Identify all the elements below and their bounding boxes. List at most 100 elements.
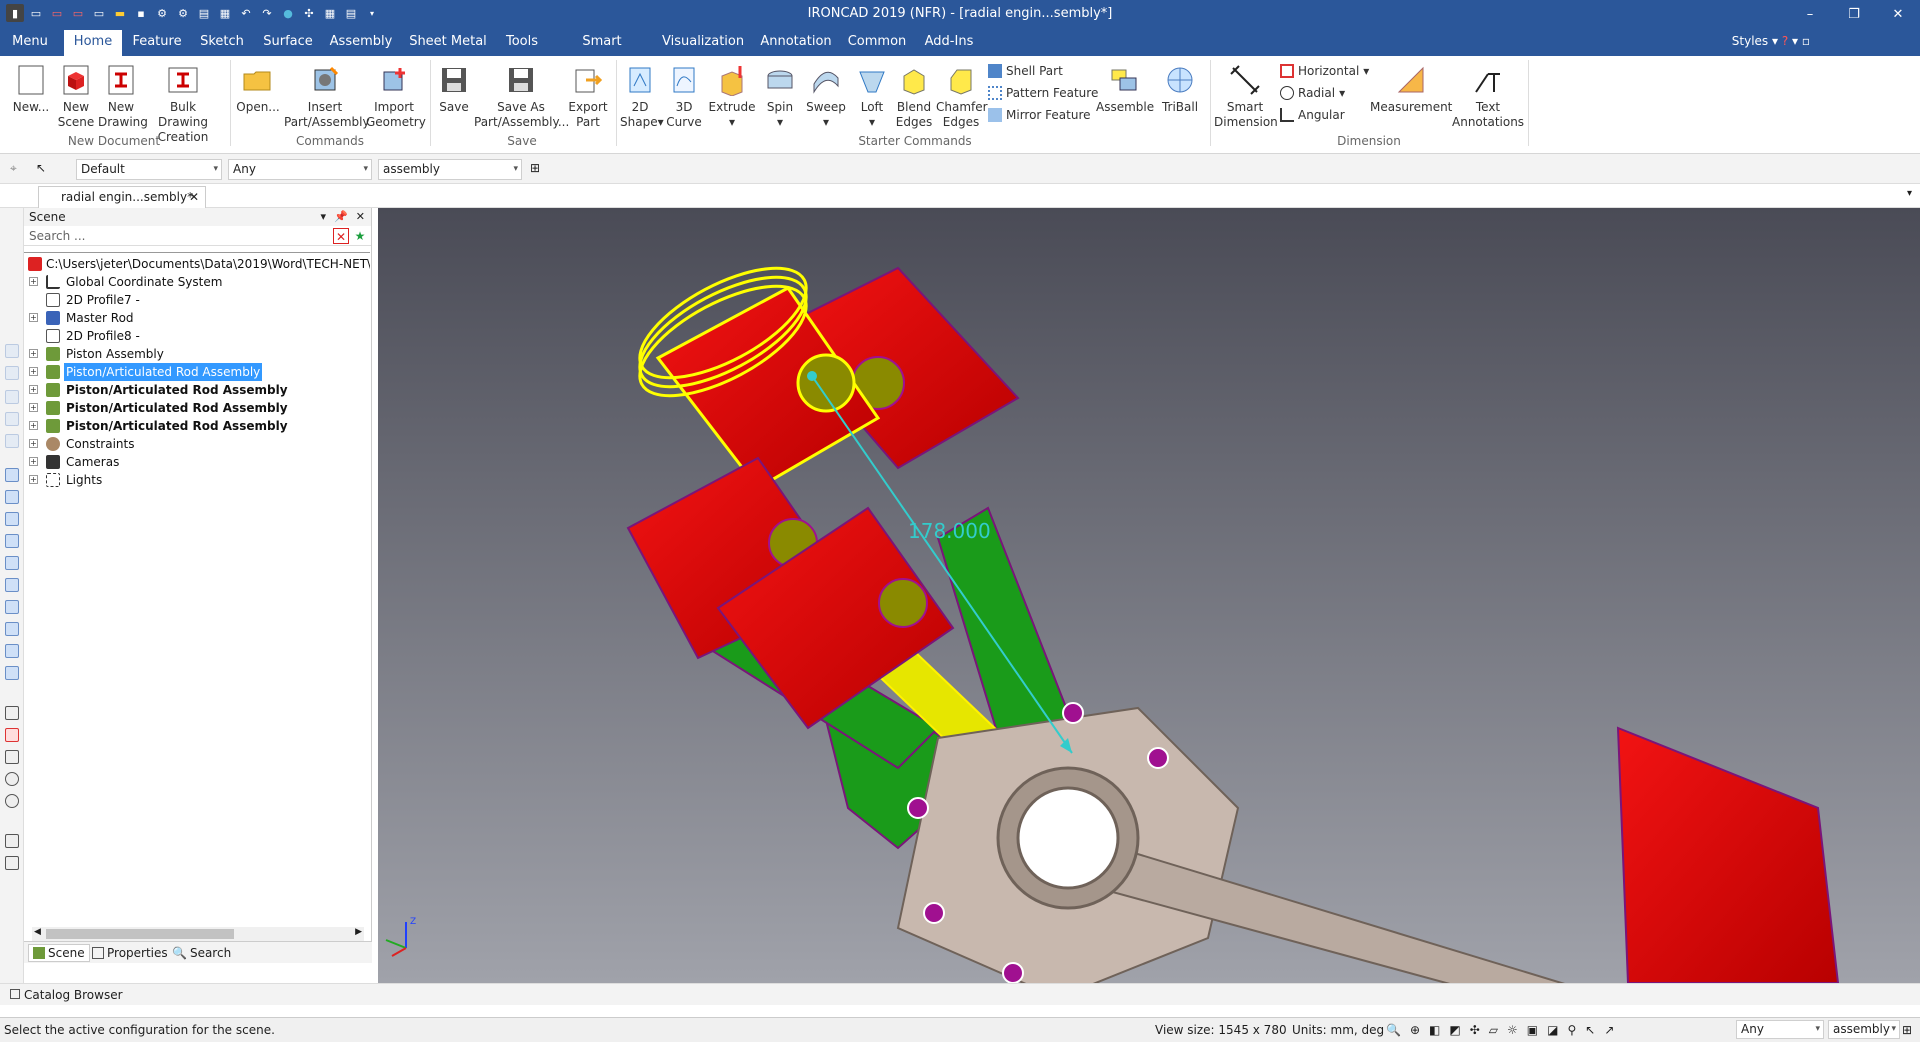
pointer-icon[interactable]: ↖ — [36, 161, 52, 177]
angular-dimension-button[interactable]: Angular — [1280, 106, 1345, 124]
dimension-value[interactable]: 178.000 — [908, 519, 991, 543]
select-icon[interactable]: ↗ — [1604, 1018, 1614, 1042]
catalog-browser-bar[interactable]: Catalog Browser — [0, 983, 1920, 1005]
tree-item[interactable]: + Master Rod — [24, 309, 370, 327]
hierarchy-icon[interactable]: ⊞ — [1902, 1018, 1912, 1042]
tab-feature[interactable]: Feature — [128, 28, 186, 56]
view-iso-icon[interactable] — [5, 622, 19, 636]
view-iso-icon[interactable] — [5, 644, 19, 658]
scene-search-bar[interactable]: Search ... ✕ ★ — [24, 226, 371, 246]
blend-edges-button[interactable]: Blend Edges — [892, 62, 936, 130]
selection-filter-icon[interactable]: ⌖ — [10, 161, 26, 177]
view-right-icon[interactable] — [5, 534, 19, 548]
tab-list-dropdown-icon[interactable]: ▾ — [1907, 188, 1912, 199]
expand-icon[interactable]: + — [29, 349, 38, 358]
view-iso-icon[interactable] — [5, 600, 19, 614]
expand-icon[interactable]: + — [29, 475, 38, 484]
insert-part-button[interactable]: Insert Part/Assembly — [284, 62, 370, 130]
view-front-icon[interactable] — [5, 468, 19, 482]
tree-item[interactable]: + Piston/Articulated Rod Assembly — [24, 399, 370, 417]
export-part-button[interactable]: Export Part — [566, 62, 610, 130]
tab-menu[interactable]: Menu — [4, 28, 56, 56]
render-mode-icon[interactable]: ◧ — [1429, 1018, 1440, 1042]
tree-item[interactable]: + Piston Assembly — [24, 345, 370, 363]
minimize-button[interactable]: – — [1788, 0, 1832, 28]
tree-item[interactable]: + Lights — [24, 471, 370, 489]
plane-icon[interactable]: ▱ — [1489, 1018, 1498, 1042]
tree-item[interactable]: + Piston/Articulated Rod Assembly — [24, 417, 370, 435]
smart-dimension-button[interactable]: Smart Dimension — [1214, 62, 1278, 130]
tree-item[interactable]: + Piston/Articulated Rod Assembly — [24, 381, 370, 399]
measurement-button[interactable]: Measurement — [1370, 62, 1452, 115]
close-button[interactable]: ✕ — [1876, 0, 1920, 28]
maximize-button[interactable]: ❐ — [1832, 0, 1876, 28]
view-tool-icon[interactable] — [5, 434, 19, 448]
expand-icon[interactable]: + — [29, 313, 38, 322]
new-scene-button[interactable]: New Scene — [56, 62, 96, 130]
tab-visualization[interactable]: Visualization — [662, 28, 744, 56]
scroll-right-icon[interactable]: ▶ — [355, 927, 362, 937]
2d-shape-button[interactable]: 2D Shape▾ — [620, 62, 664, 130]
rotate-icon[interactable] — [5, 794, 19, 808]
section-icon[interactable]: ◪ — [1547, 1018, 1558, 1042]
view-iso-icon[interactable] — [5, 666, 19, 680]
view-top-icon[interactable] — [5, 556, 19, 570]
sweep-dropdown-icon[interactable]: ▾ — [804, 115, 848, 130]
extrude-dropdown-icon[interactable]: ▾ — [708, 115, 756, 130]
scrollbar-thumb[interactable] — [46, 929, 234, 939]
triball-button[interactable]: TriBall — [1156, 62, 1204, 115]
tab-sketch[interactable]: Sketch — [196, 28, 248, 56]
panel-close-icon[interactable]: ✕ — [356, 208, 365, 226]
filter-icon[interactable]: ⚲ — [1567, 1018, 1576, 1042]
tab-scene[interactable]: Scene — [28, 944, 90, 962]
view-left-icon[interactable] — [5, 512, 19, 526]
3d-curve-button[interactable]: 3D Curve — [664, 62, 704, 130]
tab-properties[interactable]: Properties — [92, 944, 168, 962]
new-drawing-button[interactable]: New Drawing — [98, 62, 148, 130]
pin-icon[interactable]: 📌 — [334, 208, 348, 226]
loft-button[interactable]: Loft ▾ — [852, 62, 892, 130]
pan-icon[interactable] — [5, 834, 19, 848]
configuration-select[interactable]: Default ▾ — [76, 159, 222, 180]
status-filter-select[interactable]: Any ▾ — [1736, 1020, 1824, 1039]
spin-dropdown-icon[interactable]: ▾ — [760, 115, 800, 130]
pattern-feature-button[interactable]: Pattern Feature — [988, 84, 1098, 102]
tab-surface[interactable]: Surface — [260, 28, 316, 56]
axis-icon[interactable] — [5, 706, 19, 720]
text-annotations-button[interactable]: Text Annotations — [1452, 62, 1524, 130]
pointer-icon[interactable]: ↖ — [1585, 1018, 1595, 1042]
shell-part-button[interactable]: Shell Part — [988, 62, 1063, 80]
horizontal-dimension-button[interactable]: Horizontal ▾ — [1280, 62, 1369, 80]
filter-select[interactable]: Any ▾ — [228, 159, 372, 180]
loft-dropdown-icon[interactable]: ▾ — [852, 115, 892, 130]
help-icon[interactable]: ? — [1782, 34, 1788, 48]
assemble-button[interactable]: Assemble — [1096, 62, 1154, 115]
tab-tools[interactable]: Tools — [502, 28, 542, 56]
dimension-icon[interactable] — [5, 728, 19, 742]
spin-button[interactable]: Spin ▾ — [760, 62, 800, 130]
scroll-left-icon[interactable]: ◀ — [34, 927, 41, 937]
view-tool-icon[interactable] — [5, 344, 19, 358]
scene-search-input[interactable]: Search ... — [29, 229, 85, 243]
tree-item[interactable]: + Global Coordinate System — [24, 273, 370, 291]
display-icon[interactable]: ▣ — [1527, 1018, 1538, 1042]
expand-icon[interactable]: + — [29, 439, 38, 448]
save-as-button[interactable]: Save As Part/Assembly... — [474, 62, 569, 130]
bulk-drawing-button[interactable]: Bulk Drawing Creation — [146, 62, 220, 145]
expand-icon[interactable]: + — [29, 385, 38, 394]
sweep-button[interactable]: Sweep ▾ — [804, 62, 848, 130]
light-icon[interactable]: ☼ — [1507, 1018, 1518, 1042]
search-filter-icon[interactable]: ★ — [352, 228, 368, 244]
expand-icon[interactable]: + — [29, 457, 38, 466]
document-tab[interactable]: radial engin...sembly* ✕ — [38, 186, 206, 208]
new-button[interactable]: New... — [10, 62, 52, 115]
clear-search-icon[interactable]: ✕ — [333, 228, 349, 244]
panel-dropdown-icon[interactable]: ▾ — [321, 208, 327, 226]
orbit-icon[interactable] — [5, 772, 19, 786]
tree-item-selected[interactable]: + Piston/Articulated Rod Assembly — [24, 363, 370, 381]
ribbon-collapse-icon[interactable]: ▫ — [1802, 34, 1810, 48]
zoom-window-icon[interactable]: ⊕ — [1410, 1018, 1420, 1042]
ruler-icon[interactable] — [5, 856, 19, 870]
tree-item[interactable]: + Cameras — [24, 453, 370, 471]
tab-common[interactable]: Common — [846, 28, 908, 56]
